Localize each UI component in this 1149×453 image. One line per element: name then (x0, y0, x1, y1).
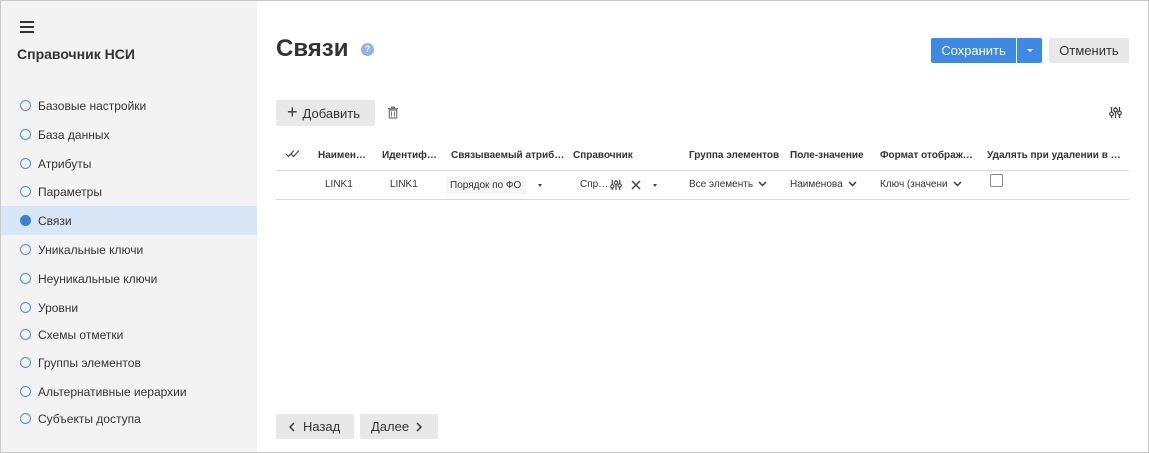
sidebar-item-label: Неуникальные ключи (38, 271, 158, 286)
add-button-label: Добавить (302, 105, 360, 121)
sidebar-item-label: База данных (38, 127, 110, 142)
radio-circle-icon (20, 413, 31, 424)
sidebar-item-base-settings[interactable]: Базовые настройки (1, 91, 257, 120)
sidebar-item-label: Связи (38, 213, 72, 228)
radio-circle-icon (20, 273, 31, 284)
close-icon[interactable] (631, 180, 641, 190)
chevron-down-icon (953, 181, 962, 187)
col-header-delete[interactable]: Удалять при удалении в … (987, 150, 1121, 161)
chevron-down-icon (758, 181, 767, 187)
save-dropdown-button[interactable] (1017, 38, 1042, 63)
sidebar-item-levels[interactable]: Уровни (1, 293, 257, 322)
caret-down-icon[interactable] (653, 184, 657, 187)
radio-circle-icon (20, 158, 31, 169)
sidebar-item-alt-hierarchies[interactable]: Альтернативные иерархии (1, 377, 257, 406)
chevron-left-icon (289, 421, 295, 432)
chevron-down-icon (848, 181, 857, 187)
sidebar-item-unique-keys[interactable]: Уникальные ключи (1, 235, 257, 264)
sidebar: Справочник НСИ Базовые настройки База да… (1, 1, 257, 452)
sidebar-item-label: Базовые настройки (38, 98, 147, 113)
sidebar-item-mark-schemes[interactable]: Схемы отметки (1, 320, 257, 349)
sidebar-item-access-subjects[interactable]: Субъекты доступа (1, 404, 257, 433)
group-select-value: Все элементь (689, 179, 754, 190)
radio-filled-icon (20, 215, 31, 226)
sidebar-item-element-groups[interactable]: Группы элементов (1, 348, 257, 377)
sidebar-item-label: Атрибуты (38, 156, 92, 171)
cancel-button[interactable]: Отменить (1049, 38, 1129, 63)
sidebar-item-parameters[interactable]: Параметры (1, 177, 257, 206)
sidebar-item-label: Субъекты доступа (38, 411, 141, 426)
sidebar-item-links[interactable]: Связи (1, 206, 257, 235)
radio-circle-icon (20, 100, 31, 111)
value-field-select-value: Наименова (790, 179, 843, 190)
attribute-select[interactable]: Порядок по ФО (446, 176, 526, 194)
radio-circle-icon (20, 386, 31, 397)
sidebar-item-nonunique-keys[interactable]: Неуникальные ключи (1, 264, 257, 293)
radio-circle-icon (20, 244, 31, 255)
caret-down-icon[interactable] (538, 184, 542, 187)
sidebar-title: Справочник НСИ (17, 46, 135, 62)
page-title: Связи (276, 35, 349, 62)
col-header-id[interactable]: Идентиф… (382, 150, 437, 161)
next-button[interactable]: Далее (360, 414, 438, 439)
sidebar-item-database[interactable]: База данных (1, 120, 257, 149)
sidebar-item-attributes[interactable]: Атрибуты (1, 149, 257, 178)
sidebar-item-label: Группы элементов (38, 355, 141, 370)
format-select-value: Ключ (значени (880, 179, 948, 190)
caret-down-icon (1026, 49, 1033, 52)
sidebar-item-label: Альтернативные иерархии (38, 384, 187, 399)
plus-icon: + (287, 102, 298, 122)
radio-circle-icon (20, 302, 31, 313)
back-button[interactable]: Назад (276, 414, 354, 439)
hamburger-menu-icon[interactable] (20, 21, 34, 33)
add-button[interactable]: + Добавить (276, 100, 375, 126)
col-header-group[interactable]: Группа элементов (689, 150, 779, 161)
save-button[interactable]: Сохранить (931, 38, 1016, 63)
sliders-icon[interactable] (1109, 106, 1122, 119)
sidebar-item-label: Схемы отметки (38, 327, 124, 342)
question-circle-icon[interactable]: ? (361, 43, 374, 56)
col-header-attribute[interactable]: Связываемый атриб… (451, 150, 564, 161)
radio-circle-icon (20, 129, 31, 140)
cell-name: LINK1 (325, 179, 353, 190)
radio-circle-icon (20, 357, 31, 368)
radio-circle-icon (20, 186, 31, 197)
table-row[interactable]: LINK1 LINK1 Порядок по ФО Спр… Все элеме… (276, 171, 1129, 200)
table-header: Наимен… Идентиф… Связываемый атриб… Спра… (276, 140, 1129, 171)
chevron-right-icon (416, 421, 423, 432)
cell-id: LINK1 (390, 179, 418, 190)
radio-circle-icon (20, 329, 31, 340)
trash-icon[interactable] (387, 106, 399, 119)
next-button-label: Далее (371, 419, 410, 434)
sidebar-item-label: Параметры (38, 184, 102, 199)
col-header-value-field[interactable]: Поле-значение (790, 150, 864, 161)
col-header-reference[interactable]: Справочник (573, 150, 633, 161)
back-button-label: Назад (303, 419, 341, 434)
reference-select[interactable]: Спр… (580, 179, 608, 190)
group-select[interactable]: Все элементь (689, 179, 767, 190)
col-header-name[interactable]: Наимен… (318, 150, 366, 161)
delete-on-delete-checkbox[interactable] (990, 174, 1003, 187)
sliders-icon[interactable] (610, 179, 622, 191)
sidebar-item-label: Уровни (38, 300, 79, 315)
format-select[interactable]: Ключ (значени (880, 179, 962, 190)
double-check-icon[interactable] (285, 149, 301, 158)
col-header-format[interactable]: Формат отображ… (880, 150, 973, 161)
sidebar-item-label: Уникальные ключи (38, 242, 144, 257)
value-field-select[interactable]: Наименова (790, 179, 857, 190)
